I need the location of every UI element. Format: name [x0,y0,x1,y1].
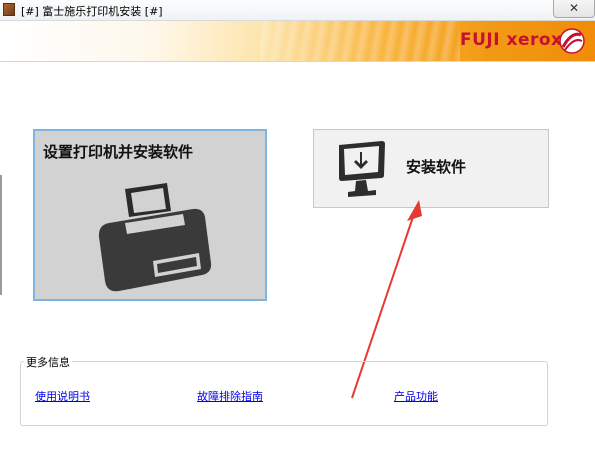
window-title: [#] 富士施乐打印机安装 [#] [21,5,163,18]
banner-decoration [260,21,460,61]
setup-printer-tile[interactable]: 设置打印机并安装软件 [33,129,267,301]
install-software-tile[interactable]: 安装软件 [313,129,549,208]
monitor-download-icon [339,141,385,197]
banner-divider [0,61,595,62]
title-bar: [#] 富士施乐打印机安装 [#] ✕ [0,0,595,21]
user-guide-link[interactable]: 使用说明书 [35,388,90,404]
install-software-label: 安装软件 [406,158,467,176]
close-icon: ✕ [568,1,580,15]
product-features-link[interactable]: 产品功能 [394,388,438,404]
brand-wordmark: FUJI xerox [460,30,563,50]
printer-icon [98,183,212,292]
window-edge [0,175,2,295]
more-info-group [20,361,548,426]
xerox-logo-icon [559,28,585,54]
app-icon [3,3,15,16]
more-info-heading: 更多信息 [24,354,72,370]
setup-printer-label: 设置打印机并安装软件 [43,143,194,161]
brand-banner: FUJI xerox [0,21,595,61]
close-button[interactable]: ✕ [553,0,595,18]
troubleshooting-link[interactable]: 故障排除指南 [197,388,263,404]
